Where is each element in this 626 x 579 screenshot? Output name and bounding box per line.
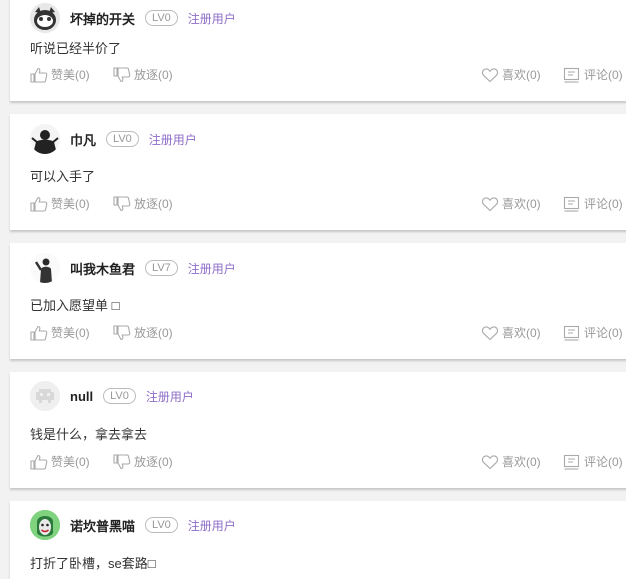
dislike-button[interactable]: 放逐(0) [113,453,173,470]
level-badge: LV0 [106,131,139,147]
comment-count: 评论(0) [584,68,623,82]
favorite-button[interactable]: 喜欢(0) [481,195,541,212]
favorite-count: 喜欢(0) [502,197,541,211]
level-badge: LV7 [145,260,178,276]
comment-header: 巾凡 LV0 注册用户 [30,116,197,162]
heart-icon [481,196,499,211]
comment-icon [563,454,580,470]
like-button[interactable]: 赞美(0) [30,66,90,83]
like-button[interactable]: 赞美(0) [30,195,90,212]
username[interactable]: 坏掉的开关 [70,9,135,28]
comment-card: 叫我木鱼君 LV7 注册用户 已加入愿望单 □ 赞美(0) 放逐(0) 喜欢(0… [10,243,626,359]
like-count: 赞美(0) [51,197,90,211]
favorite-button[interactable]: 喜欢(0) [481,453,541,470]
thumbs-up-icon [30,67,48,83]
favorite-count: 喜欢(0) [502,455,541,469]
thumbs-down-icon [113,453,131,469]
comment-actions: 赞美(0) 放逐(0) 喜欢(0) 评论(0) [30,453,626,471]
comment-header: 诺坎普黑喵 LV0 注册用户 [30,502,236,548]
comment-header: null LV0 注册用户 [30,373,194,419]
comment-text: 已加入愿望单 □ [30,298,120,313]
comment-actions: 赞美(0) 放逐(0) 喜欢(0) 评论(0) [30,324,626,342]
level-badge: LV0 [145,517,178,533]
comment-button[interactable]: 评论(0) [563,453,623,470]
level-badge: LV0 [103,388,136,404]
user-avatar[interactable] [30,381,60,411]
comment-count: 评论(0) [584,326,623,340]
dislike-button[interactable]: 放逐(0) [113,195,173,212]
role-label: 注册用户 [145,389,194,404]
role-label: 注册用户 [187,518,236,533]
comment-icon [563,196,580,212]
user-avatar[interactable] [30,510,60,540]
favorite-button[interactable]: 喜欢(0) [481,324,541,341]
comment-icon [563,325,580,341]
username[interactable]: 诺坎普黑喵 [70,516,135,535]
dislike-count: 放逐(0) [134,455,173,469]
pixel-invader-avatar-icon [30,381,60,411]
like-count: 赞美(0) [51,455,90,469]
cat-mask-avatar-icon [30,3,60,33]
role-label: 注册用户 [187,261,236,276]
username[interactable]: 叫我木鱼君 [70,259,135,278]
thumbs-down-icon [113,324,131,340]
dislike-count: 放逐(0) [134,326,173,340]
comment-count: 评论(0) [584,197,623,211]
username[interactable]: 巾凡 [70,130,96,149]
level-badge: LV0 [145,10,178,26]
comment-card: null LV0 注册用户 钱是什么，拿去拿去 赞美(0) 放逐(0) 喜欢(0… [10,372,626,488]
favorite-count: 喜欢(0) [502,68,541,82]
username[interactable]: null [70,389,93,404]
user-avatar[interactable] [30,3,60,33]
comment-header: 叫我木鱼君 LV7 注册用户 [30,245,236,291]
thumbs-up-icon [30,325,48,341]
like-button[interactable]: 赞美(0) [30,324,90,341]
comment-icon [563,67,580,83]
comment-text: 打折了卧槽，se套路□ [30,556,156,571]
comment-header: 坏掉的开关 LV0 注册用户 [30,0,236,41]
comment-text: 钱是什么，拿去拿去 [30,427,148,442]
user-avatar[interactable] [30,253,60,283]
comment-text: 可以入手了 [30,169,96,184]
thumbs-up-icon [30,454,48,470]
comment-actions: 赞美(0) 放逐(0) 喜欢(0) 评论(0) [30,66,626,84]
like-count: 赞美(0) [51,68,90,82]
thumbs-up-icon [30,196,48,212]
dislike-button[interactable]: 放逐(0) [113,66,173,83]
favorite-button[interactable]: 喜欢(0) [481,66,541,83]
joker-avatar-icon [30,510,60,540]
like-button[interactable]: 赞美(0) [30,453,90,470]
heart-icon [481,67,499,82]
dislike-count: 放逐(0) [134,68,173,82]
thumbs-down-icon [113,66,131,82]
comment-card: 坏掉的开关 LV0 注册用户 听说已经半价了 赞美(0) 放逐(0) 喜欢(0)… [10,0,626,101]
comment-button[interactable]: 评论(0) [563,195,623,212]
user-avatar[interactable] [30,124,60,154]
comment-button[interactable]: 评论(0) [563,324,623,341]
comment-card: 巾凡 LV0 注册用户 可以入手了 赞美(0) 放逐(0) 喜欢(0) 评论(0… [10,114,626,230]
comment-actions: 赞美(0) 放逐(0) 喜欢(0) 评论(0) [30,195,626,213]
role-label: 注册用户 [148,132,197,147]
like-count: 赞美(0) [51,326,90,340]
dark-silhouette-avatar-icon [30,124,60,154]
comment-count: 评论(0) [584,455,623,469]
role-label: 注册用户 [187,11,236,26]
thumbs-down-icon [113,195,131,211]
dislike-count: 放逐(0) [134,197,173,211]
figure-avatar-icon [30,253,60,283]
heart-icon [481,454,499,469]
comment-button[interactable]: 评论(0) [563,66,623,83]
comment-card: 诺坎普黑喵 LV0 注册用户 打折了卧槽，se套路□ [10,501,626,579]
favorite-count: 喜欢(0) [502,326,541,340]
heart-icon [481,325,499,340]
dislike-button[interactable]: 放逐(0) [113,324,173,341]
comment-text: 听说已经半价了 [30,41,122,56]
